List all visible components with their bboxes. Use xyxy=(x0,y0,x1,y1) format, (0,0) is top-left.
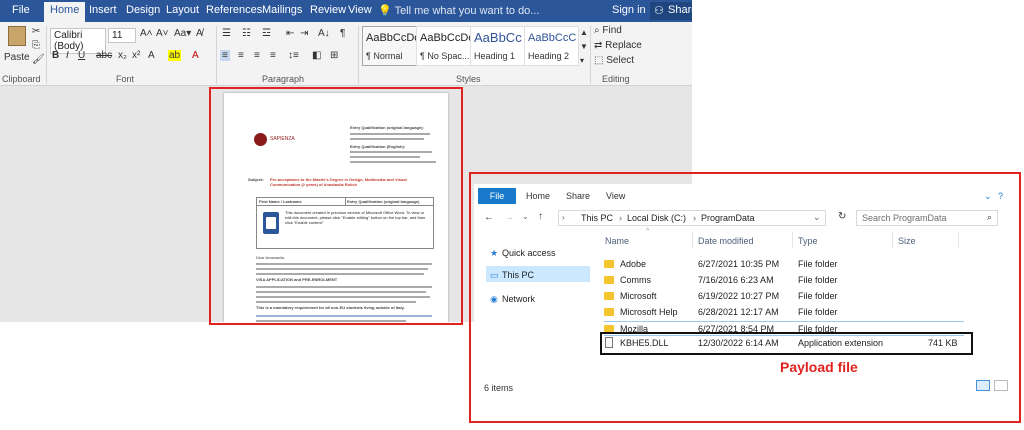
styles-scroll-up-icon[interactable]: ▲ xyxy=(580,28,588,37)
group-clipboard-label: Clipboard xyxy=(2,74,41,84)
shading-icon[interactable]: ◧ xyxy=(312,50,321,61)
style-preview: AaBbCcC xyxy=(528,32,577,44)
copy-icon[interactable]: ⎘ xyxy=(32,40,40,51)
font-color-icon[interactable]: A xyxy=(192,50,199,61)
styles-scroll-down-icon[interactable]: ▼ xyxy=(580,42,588,51)
group-styles-label: Styles xyxy=(456,74,481,84)
person-icon: ⚇ xyxy=(654,5,664,17)
replace-icon: ⇄ xyxy=(594,40,603,51)
style-name: ¶ Normal xyxy=(366,51,403,61)
style-normal[interactable]: AaBbCcDc ¶ Normal xyxy=(362,26,420,66)
text-effects-icon[interactable]: A xyxy=(148,50,155,61)
numbering-icon[interactable]: ☷ xyxy=(242,28,251,39)
tab-design[interactable]: Design xyxy=(126,4,160,16)
ribbon-divider xyxy=(590,26,591,84)
cursor-icon: ⬚ xyxy=(594,55,604,66)
status-item-count: 6 items xyxy=(484,383,514,393)
line-spacing-icon[interactable]: ↕≡ xyxy=(288,50,299,61)
tab-references[interactable]: References xyxy=(206,4,262,16)
subscript-icon[interactable]: x₂ xyxy=(118,50,127,61)
align-right-icon[interactable]: ≡ xyxy=(254,50,260,61)
large-icons-view-icon[interactable] xyxy=(994,380,1008,391)
style-heading-2[interactable]: AaBbCcC Heading 2 xyxy=(524,26,579,66)
document-highlight-box xyxy=(209,87,463,325)
ribbon-tab-bar: File Home Insert Design Layout Reference… xyxy=(0,0,692,22)
tell-me-search[interactable]: 💡 Tell me what you want to do... xyxy=(378,4,539,17)
ribbon-divider xyxy=(358,26,359,84)
lightbulb-icon: 💡 xyxy=(378,5,392,17)
tab-home[interactable]: Home xyxy=(44,2,86,22)
style-preview: AaBbCcDc xyxy=(366,32,420,44)
sign-in-link[interactable]: Sign in xyxy=(612,4,646,16)
tab-file[interactable]: File xyxy=(12,4,30,16)
share-button[interactable]: ⚇Share xyxy=(650,2,692,20)
select-button[interactable]: ⬚ Select xyxy=(594,55,634,66)
grow-font-icon[interactable]: A˄ xyxy=(140,28,153,39)
justify-icon[interactable]: ≡ xyxy=(270,50,276,61)
align-center-icon[interactable]: ≡ xyxy=(238,50,244,61)
paste-button[interactable]: Paste xyxy=(4,24,30,68)
strikethrough-icon[interactable]: abc xyxy=(96,50,112,61)
view-toggle xyxy=(976,380,1010,392)
styles-more-icon[interactable]: ▾ xyxy=(580,56,584,65)
bold-icon[interactable]: B xyxy=(52,50,59,61)
underline-icon[interactable]: U xyxy=(78,50,85,61)
group-font-label: Font xyxy=(116,74,135,84)
cut-icon[interactable]: ✂ xyxy=(32,26,40,37)
clear-formatting-icon[interactable]: A̸ xyxy=(196,28,203,39)
style-no-spacing[interactable]: AaBbCcDc ¶ No Spac... xyxy=(416,26,474,66)
screenshot-composite: File Home Insert Design Layout Reference… xyxy=(0,0,1024,430)
group-paragraph-label: Paragraph xyxy=(262,74,305,84)
style-name: Heading 2 xyxy=(528,51,570,61)
align-left-icon[interactable]: ≡ xyxy=(220,50,230,61)
group-editing-label: Editing xyxy=(602,74,630,84)
tab-view[interactable]: View xyxy=(348,4,372,16)
decrease-indent-icon[interactable]: ⇤ xyxy=(286,28,294,39)
style-preview: AaBbCcDc xyxy=(420,32,474,44)
tab-mailings[interactable]: Mailings xyxy=(262,4,302,16)
highlight-icon[interactable]: ab xyxy=(168,50,182,61)
explorer-highlight-box xyxy=(469,172,1021,423)
increase-indent-icon[interactable]: ⇥ xyxy=(300,28,308,39)
payload-row-highlight xyxy=(600,332,973,355)
ribbon-divider xyxy=(216,26,217,84)
format-painter-icon[interactable]: 🖌 xyxy=(32,54,45,65)
font-size-select[interactable]: 11 xyxy=(108,28,136,43)
payload-file-annotation: Payload file xyxy=(780,359,858,375)
italic-icon[interactable]: I xyxy=(66,50,69,61)
style-name: ¶ No Spac... xyxy=(420,51,470,61)
ribbon-home: Paste ✂ ⎘ 🖌 Clipboard Calibri (Body) 11 … xyxy=(0,22,692,86)
superscript-icon[interactable]: x² xyxy=(132,50,140,61)
borders-icon[interactable]: ⊞ xyxy=(330,50,338,61)
style-name: Heading 1 xyxy=(474,51,516,61)
style-heading-1[interactable]: AaBbCc Heading 1 xyxy=(470,26,525,66)
details-view-icon[interactable] xyxy=(976,380,990,391)
change-case-icon[interactable]: Aa▾ xyxy=(174,28,191,39)
sort-icon[interactable]: A↓ xyxy=(318,28,330,39)
search-icon: ⌕ xyxy=(594,25,600,36)
ribbon-divider xyxy=(46,26,47,84)
tab-insert[interactable]: Insert xyxy=(89,4,117,16)
tab-layout[interactable]: Layout xyxy=(166,4,199,16)
replace-button[interactable]: ⇄ Replace xyxy=(594,40,642,51)
show-formatting-icon[interactable]: ¶ xyxy=(340,28,345,39)
tab-review[interactable]: Review xyxy=(310,4,346,16)
find-button[interactable]: ⌕ Find xyxy=(594,25,622,36)
clipboard-icon xyxy=(8,26,26,46)
multilevel-list-icon[interactable]: ☲ xyxy=(262,28,271,39)
style-preview: AaBbCc xyxy=(474,30,522,45)
bullets-icon[interactable]: ☰ xyxy=(222,28,231,39)
paste-label: Paste xyxy=(4,52,30,63)
shrink-font-icon[interactable]: A˅ xyxy=(156,28,169,39)
